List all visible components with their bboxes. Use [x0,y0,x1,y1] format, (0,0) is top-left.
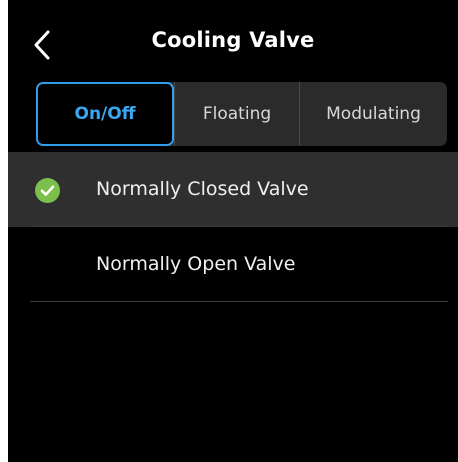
divider [30,301,448,302]
tab-floating[interactable]: Floating [174,82,299,146]
header: Cooling Valve [8,0,458,80]
valve-options-list: Normally Closed Valve Normally Open Valv… [8,152,458,302]
option-normally-open-valve[interactable]: Normally Open Valve [8,227,458,302]
page-title: Cooling Valve [151,28,315,52]
tab-on-off[interactable]: On/Off [36,82,174,146]
check-circle-icon [35,178,60,203]
option-normally-closed-valve[interactable]: Normally Closed Valve [8,152,458,227]
option-label: Normally Open Valve [96,253,296,275]
valve-type-segmented-control: On/Off Floating Modulating [36,82,447,146]
cooling-valve-screen: Cooling Valve On/Off Floating Modulating… [8,0,458,462]
option-label: Normally Closed Valve [96,178,309,200]
tab-modulating[interactable]: Modulating [299,82,447,146]
